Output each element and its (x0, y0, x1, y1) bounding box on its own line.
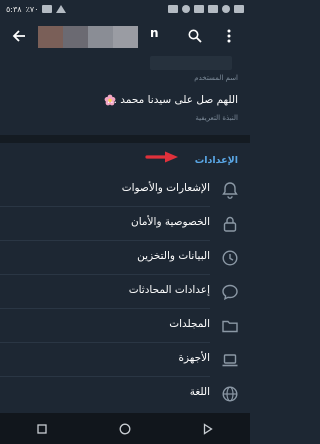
lock-icon (223, 216, 237, 232)
profile-info: اسم المستخدم اللهم صل على سيدنا محمد ...… (0, 54, 250, 135)
settings-item-privacy[interactable]: الخصوصية والأمان (0, 207, 250, 241)
status-bar-right (168, 5, 244, 13)
folder-icon (222, 320, 238, 333)
red-arrow-annotation-icon (145, 151, 178, 163)
square-icon (37, 423, 47, 434)
settings-section: الإعدادات الإشعارات والأصوات الخصوصية وا… (0, 143, 250, 413)
bio-text: اللهم صل على سيدنا محمد ... (106, 94, 238, 106)
clock: ٥:٣٨ (6, 4, 22, 14)
profile-name: n (150, 26, 159, 40)
triangle-back-icon (204, 422, 214, 435)
laptop-icon (222, 354, 238, 367)
settings-section-title: الإعدادات (194, 155, 238, 166)
username-row[interactable]: اسم المستخدم (0, 54, 250, 84)
settings-item-devices[interactable]: الأجهزة (0, 343, 250, 377)
battery-percent: ٪٧٠ (25, 4, 39, 14)
more-menu-button[interactable] (214, 18, 244, 54)
signal-icon (56, 5, 67, 13)
settings-item-notifications[interactable]: الإشعارات والأصوات (0, 173, 250, 207)
notification-icon (208, 5, 218, 13)
settings-item-data-storage[interactable]: البيانات والتخزين (0, 241, 250, 275)
search-icon (188, 29, 202, 43)
blurred-profile-name (38, 26, 138, 48)
settings-item-language[interactable]: اللغة (0, 377, 250, 411)
more-vertical-icon (227, 29, 231, 43)
settings-item-label: الأجهزة (178, 352, 210, 364)
clock-icon (222, 250, 238, 266)
settings-item-folders[interactable]: المجلدات (0, 309, 250, 343)
username-hint: اسم المستخدم (194, 74, 238, 82)
settings-item-label: البيانات والتخزين (137, 250, 210, 262)
username-value (150, 56, 232, 70)
settings-item-label: الخصوصية والأمان (131, 216, 210, 228)
home-button[interactable] (115, 419, 135, 439)
status-bar: ٥:٣٨ ٪٧٠ (0, 0, 250, 18)
app-icon (222, 5, 230, 13)
status-bar-left: ٥:٣٨ ٪٧٠ (6, 4, 67, 14)
chat-bubble-icon (222, 284, 238, 301)
circle-icon (119, 423, 131, 434)
settings-item-chat-settings[interactable]: إعدادات المحادثات (0, 275, 250, 309)
notification-icon (168, 5, 178, 13)
settings-item-label: إعدادات المحادثات (128, 284, 210, 296)
notification-icon (194, 5, 204, 13)
settings-item-label: المجلدات (169, 318, 210, 330)
bio-hint: النبذة التعريفية (195, 114, 238, 122)
back-button[interactable] (4, 18, 34, 54)
search-button[interactable] (180, 18, 210, 54)
bio-row[interactable]: اللهم صل على سيدنا محمد ... النبذة التعر… (0, 84, 250, 132)
settings-item-label: الإشعارات والأصوات (121, 182, 210, 194)
settings-item-label: اللغة (189, 386, 210, 398)
camera-icon (234, 5, 244, 13)
globe-icon (222, 386, 238, 402)
section-divider (0, 135, 250, 143)
back-nav-button[interactable] (198, 419, 218, 439)
app-icon (182, 5, 190, 13)
recents-button[interactable] (32, 419, 52, 439)
battery-icon (42, 5, 53, 13)
system-navigation-bar (0, 413, 250, 444)
bell-icon (222, 182, 238, 199)
back-arrow-icon (12, 30, 25, 42)
